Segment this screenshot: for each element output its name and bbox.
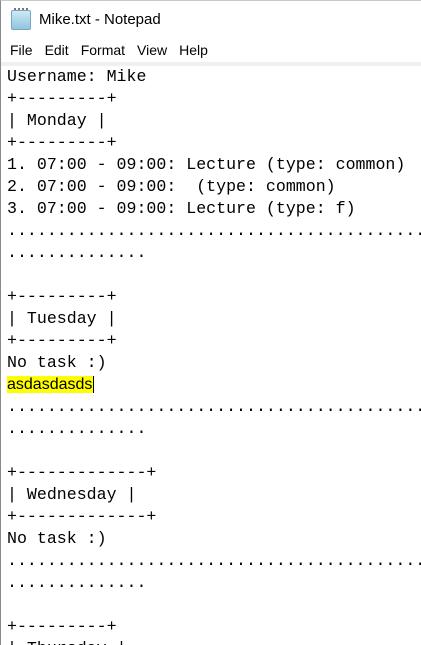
- text-line: Username: Mike: [7, 67, 147, 86]
- text-line: +---------+: [7, 89, 117, 108]
- text-line: 2. 07:00 - 09:00: (type: common): [7, 177, 336, 196]
- menu-view[interactable]: View: [131, 42, 173, 58]
- title-bar: Mike.txt - Notepad: [1, 1, 421, 38]
- text-line: ..............: [7, 419, 147, 438]
- text-line: | Wednesday |: [7, 485, 137, 504]
- text-line: +---------+: [7, 331, 117, 350]
- text-line: ........................................…: [7, 221, 421, 240]
- menu-bar: File Edit Format View Help: [1, 38, 421, 66]
- window-title: Mike.txt - Notepad: [39, 11, 161, 28]
- text-line: 1. 07:00 - 09:00: Lecture (type: common): [7, 155, 406, 174]
- text-editor-area[interactable]: Username: Mike +---------+ | Monday | +----…: [7, 66, 421, 645]
- text-line: +---------+: [7, 617, 117, 636]
- menu-file[interactable]: File: [4, 42, 39, 58]
- text-line: 3. 07:00 - 09:00: Lecture (type: f): [7, 199, 356, 218]
- notepad-icon: [11, 7, 31, 30]
- text-line: +---------+: [7, 133, 117, 152]
- text-line: ..............: [7, 243, 147, 262]
- text-line: ........................................…: [7, 551, 421, 570]
- text-line: [7, 264, 421, 286]
- text-line: asdasdasds: [7, 374, 421, 396]
- text-line: ..............: [7, 573, 147, 592]
- text-line: [7, 440, 421, 462]
- text-line: ........................................…: [7, 397, 421, 416]
- text-line: +-------------+: [7, 507, 157, 526]
- text-line: | Thursday |: [7, 638, 421, 645]
- text-line: No task :): [7, 529, 107, 548]
- text-line: | Monday |: [7, 111, 107, 130]
- menu-help[interactable]: Help: [173, 42, 214, 58]
- text-line: [7, 594, 421, 616]
- text-line: +---------+: [7, 287, 117, 306]
- text-line: No task :): [7, 353, 107, 372]
- menu-format[interactable]: Format: [75, 42, 131, 58]
- menu-edit[interactable]: Edit: [39, 42, 75, 58]
- text-line: +-------------+: [7, 463, 157, 482]
- highlighted-selection-text: asdasdasds: [7, 376, 95, 393]
- notepad-window: Mike.txt - Notepad File Edit Format View…: [0, 0, 421, 645]
- text-line: | Tuesday |: [7, 309, 117, 328]
